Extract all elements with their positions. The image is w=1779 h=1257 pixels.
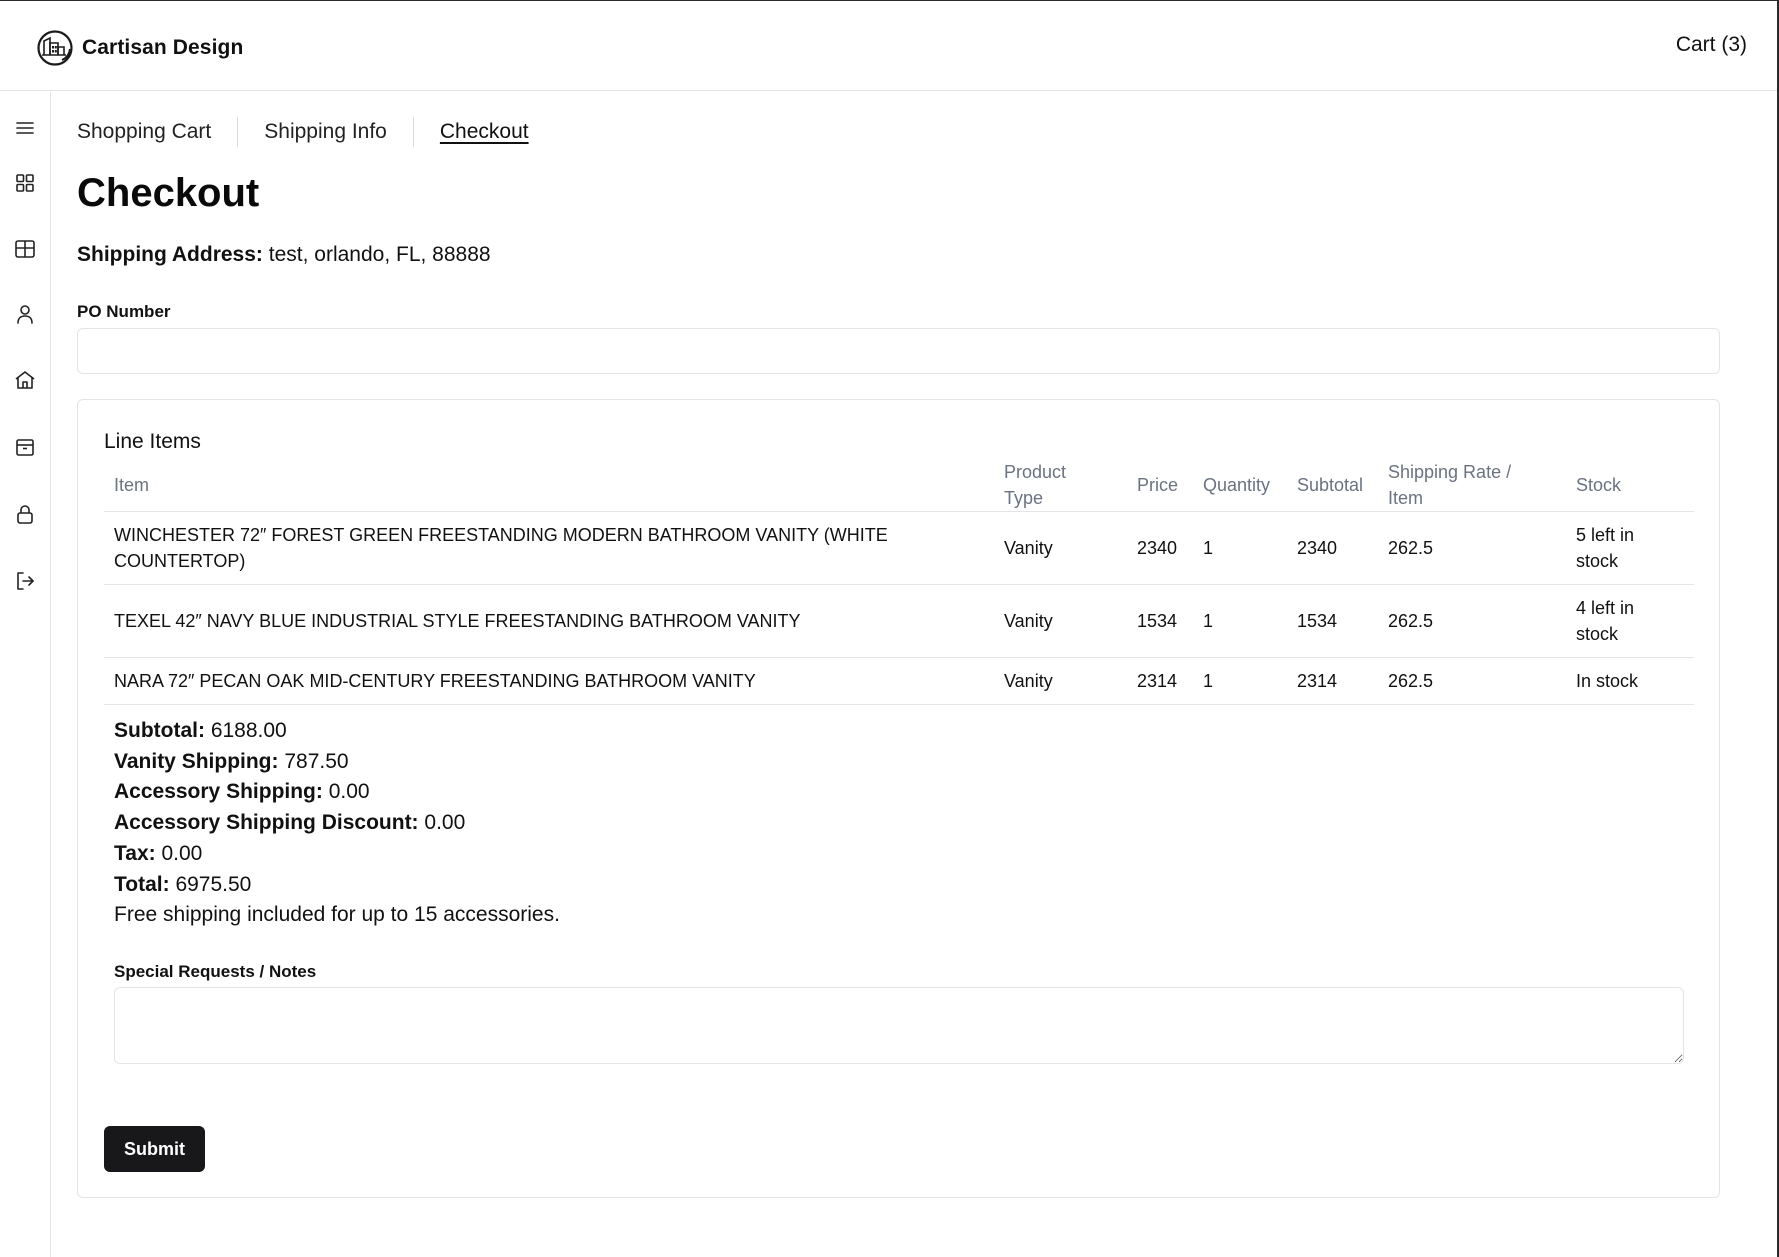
po-number-label: PO Number: [77, 302, 171, 321]
brand-name: Cartisan Design: [82, 36, 244, 59]
line-items-title: Line Items: [104, 430, 201, 453]
lock-icon[interactable]: [13, 502, 37, 526]
price: 2314: [1127, 657, 1193, 705]
subtotal: 2314: [1287, 657, 1378, 705]
price: 2340: [1127, 511, 1193, 585]
notes-label: Special Requests / Notes: [114, 962, 317, 981]
checkout-steps: Shopping Cart Shipping Info Checkout: [77, 117, 555, 147]
notes-textarea[interactable]: [114, 987, 1684, 1064]
item-name: WINCHESTER 72″ FOREST GREEN FREESTANDING…: [104, 511, 994, 585]
product-type: Vanity: [994, 657, 1127, 705]
table-row: TEXEL 42″ NAVY BLUE INDUSTRIAL STYLE FRE…: [104, 584, 1694, 658]
column-header-product-type: Product Type: [994, 459, 1127, 512]
logout-icon[interactable]: [13, 569, 37, 593]
line-items-table: Item Product Type Price Quantity Subtotal…: [104, 459, 1694, 705]
shipping-address: Shipping Address: test, orlando, FL, 888…: [77, 242, 491, 268]
dashboard-grid-icon[interactable]: [13, 171, 37, 195]
quantity: 1: [1193, 657, 1287, 705]
subtotal: 2340: [1287, 511, 1378, 585]
table-header-row: Item Product Type Price Quantity Subtotal…: [104, 459, 1694, 512]
column-header-stock: Stock: [1566, 459, 1694, 512]
totals-tax: Tax: 0.00: [114, 841, 203, 865]
home-icon[interactable]: [13, 368, 37, 392]
table-icon[interactable]: [13, 237, 37, 261]
subtotal: 1534: [1287, 584, 1378, 658]
tab-shipping-info[interactable]: Shipping Info: [237, 117, 413, 147]
quantity: 1: [1193, 584, 1287, 658]
cart-link[interactable]: Cart (3): [1676, 33, 1747, 57]
free-shipping-note: Free shipping included for up to 15 acce…: [114, 903, 560, 927]
quantity: 1: [1193, 511, 1287, 585]
tab-shopping-cart[interactable]: Shopping Cart: [77, 117, 237, 147]
price: 1534: [1127, 584, 1193, 658]
tab-checkout[interactable]: Checkout: [412, 117, 555, 147]
top-header: Cartisan Design Cart (3): [0, 1, 1777, 91]
item-name: NARA 72″ PECAN OAK MID-CENTURY FREESTAND…: [104, 657, 994, 705]
app-window: Cartisan Design Cart (3) Shopping Cart S…: [0, 0, 1779, 1257]
submit-button[interactable]: Submit: [104, 1126, 205, 1172]
user-icon[interactable]: [13, 302, 37, 326]
column-header-price: Price: [1127, 459, 1193, 512]
shipping-address-label: Shipping Address:: [77, 243, 263, 266]
column-header-item: Item: [104, 459, 994, 512]
totals-subtotal: Subtotal: 6188.00: [114, 719, 287, 742]
totals-accessory-shipping: Accessory Shipping: 0.00: [114, 780, 370, 804]
package-icon[interactable]: [13, 435, 37, 459]
po-number-input[interactable]: [77, 328, 1720, 374]
brand-logo-icon: [37, 30, 73, 66]
table-row: WINCHESTER 72″ FOREST GREEN FREESTANDING…: [104, 511, 1694, 585]
stock-status: 5 left in stock: [1566, 511, 1694, 585]
column-header-shipping-rate: Shipping Rate / Item: [1378, 459, 1566, 512]
shipping-rate: 262.5: [1378, 584, 1566, 658]
column-header-quantity: Quantity: [1193, 459, 1287, 512]
item-name: TEXEL 42″ NAVY BLUE INDUSTRIAL STYLE FRE…: [104, 584, 994, 658]
page-title: Checkout: [77, 171, 260, 215]
stock-status: 4 left in stock: [1566, 584, 1694, 658]
shipping-address-value: test, orlando, FL, 88888: [268, 243, 491, 266]
totals-accessory-discount: Accessory Shipping Discount: 0.00: [114, 811, 466, 835]
brand[interactable]: Cartisan Design: [36, 29, 243, 67]
column-header-subtotal: Subtotal: [1287, 459, 1378, 512]
shipping-rate: 262.5: [1378, 511, 1566, 585]
totals-vanity-shipping: Vanity Shipping: 787.50: [114, 749, 349, 773]
sidebar-nav: [0, 92, 51, 1257]
product-type: Vanity: [994, 511, 1127, 585]
line-items-card: Line Items Item Product Type Price Quanti…: [77, 399, 1720, 1198]
shipping-rate: 262.5: [1378, 657, 1566, 705]
totals-total: Total: 6975.50: [114, 872, 252, 896]
order-totals: Subtotal: 6188.00 Vanity Shipping: 787.5…: [114, 716, 560, 931]
table-row: NARA 72″ PECAN OAK MID-CENTURY FREESTAND…: [104, 657, 1694, 705]
menu-icon[interactable]: [13, 116, 37, 140]
stock-status: In stock: [1566, 657, 1694, 705]
product-type: Vanity: [994, 584, 1127, 658]
